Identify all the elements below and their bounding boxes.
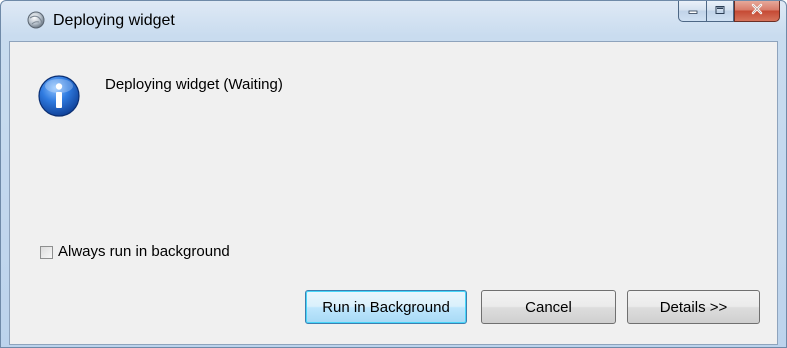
always-background-label[interactable]: Always run in background (58, 243, 230, 261)
always-background-checkbox[interactable] (40, 245, 53, 259)
dialog-content: Deploying widget (Waiting) Always run in… (9, 41, 778, 345)
progress-message: Deploying widget (Waiting) (105, 76, 283, 93)
restore-button[interactable] (706, 1, 734, 22)
caption-buttons (678, 1, 780, 22)
close-button[interactable] (734, 1, 780, 22)
window-title: Deploying widget (53, 12, 175, 29)
minimize-button[interactable] (678, 1, 706, 22)
title-bar[interactable]: Deploying widget (1, 1, 786, 41)
details-button[interactable]: Details >> (627, 290, 760, 324)
app-globe-icon (26, 10, 46, 30)
run-in-background-button[interactable]: Run in Background (305, 290, 467, 324)
always-background-option[interactable]: Always run in background (40, 243, 230, 261)
close-icon (750, 2, 764, 20)
cancel-button[interactable]: Cancel (481, 290, 616, 324)
minimize-icon (687, 2, 699, 20)
dialog-window: Deploying widget Deploying widget (Waiti… (0, 0, 787, 348)
info-icon (37, 74, 81, 118)
maximize-icon (714, 2, 726, 20)
